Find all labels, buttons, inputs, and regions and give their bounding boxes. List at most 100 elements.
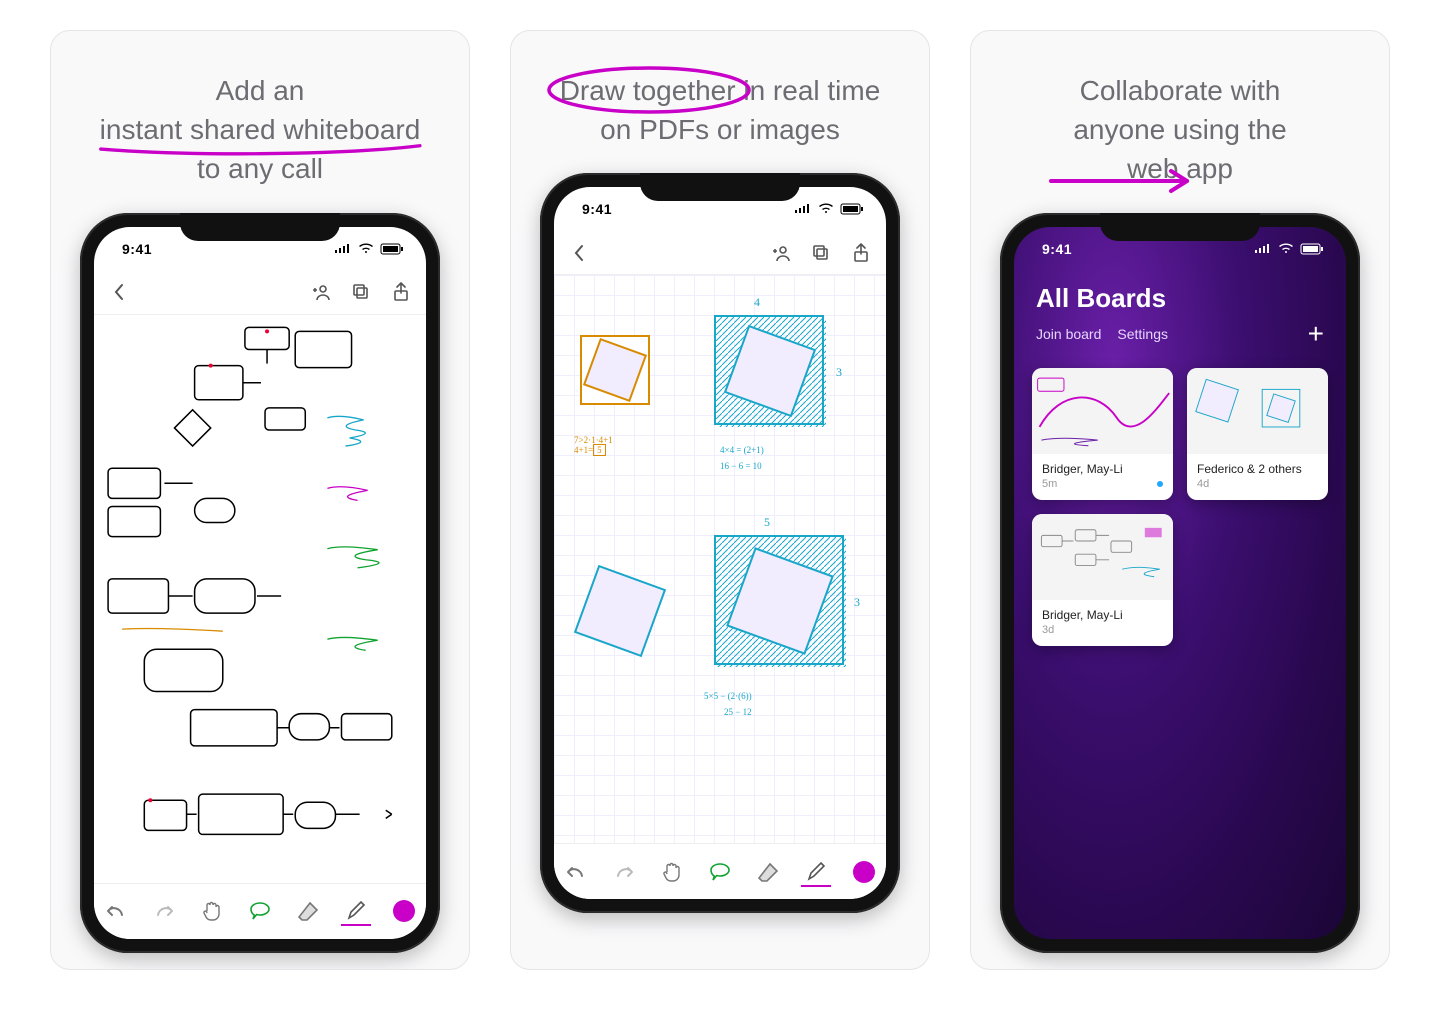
pen-tool-button[interactable] [341, 896, 371, 926]
whiteboard-canvas-geometry[interactable]: 7>2·1·4+14+1=5 4×4 = (2+1) 16 − 6 = 10 5… [554, 275, 886, 843]
board-card[interactable]: Federico & 2 others 4d [1187, 368, 1328, 500]
boards-header: All Boards Join board Settings + [1014, 271, 1346, 358]
phone-screen-3: 9:41 All Boards Join board Settings [1014, 227, 1346, 939]
presence-dot-icon [1157, 481, 1163, 487]
lasso-tool-button[interactable] [705, 857, 735, 887]
add-participant-button[interactable] [770, 242, 792, 264]
notch-icon [180, 213, 340, 241]
screenshot-panel-2: Draw together in real time on PDFs or im… [510, 30, 930, 970]
boards-grid: Bridger, May-Li 5m [1014, 358, 1346, 656]
duplicate-button[interactable] [810, 242, 832, 264]
screenshot-panel-3: Collaborate with anyone using the web ap… [970, 30, 1390, 970]
color-swatch-icon [853, 861, 875, 883]
math-note: 7>2·1·4+14+1=5 [574, 435, 613, 455]
status-right-icons [334, 243, 404, 255]
back-button[interactable] [108, 281, 130, 303]
signal-icon [334, 243, 352, 255]
settings-link[interactable]: Settings [1117, 326, 1168, 342]
status-time: 9:41 [122, 241, 152, 257]
battery-icon [1300, 243, 1324, 255]
color-picker-button[interactable] [389, 896, 419, 926]
board-thumbnail [1032, 368, 1173, 454]
square-figure [580, 335, 650, 405]
eraser-tool-button[interactable] [753, 857, 783, 887]
battery-icon [840, 203, 864, 215]
math-note: 25 − 12 [724, 707, 752, 717]
board-name: Federico & 2 others [1197, 462, 1318, 476]
board-thumbnail [1032, 514, 1173, 600]
math-note: 5×5 − (2·(6)) [704, 691, 752, 701]
duplicate-button[interactable] [350, 281, 372, 303]
board-card[interactable]: Bridger, May-Li 5m [1032, 368, 1173, 500]
square-figure [574, 565, 666, 657]
square-figure [714, 315, 824, 425]
circle-stroke-icon [544, 63, 754, 117]
headline-2: Draw together in real time on PDFs or im… [544, 71, 897, 149]
notch-icon [640, 173, 800, 201]
square-figure [714, 535, 844, 665]
whiteboard-canvas-flowchart[interactable] [94, 315, 426, 883]
headline-2-rest: in real time [743, 75, 880, 106]
new-board-button[interactable]: + [1308, 320, 1324, 348]
lasso-tool-button[interactable] [245, 896, 275, 926]
boards-title: All Boards [1036, 283, 1324, 314]
notch-icon [1100, 213, 1260, 241]
phone-screen-2: 9:41 [554, 187, 886, 899]
headline-1-line1: Add an [216, 75, 305, 106]
redo-button[interactable] [149, 896, 179, 926]
headline-1-underlined: instant shared whiteboard [100, 110, 421, 149]
wifi-icon [358, 243, 374, 255]
math-note: 16 − 6 = 10 [720, 461, 762, 471]
dim-label: 5 [764, 515, 770, 530]
flowchart-scribble-icon [94, 315, 426, 883]
color-picker-button[interactable] [849, 857, 879, 887]
whiteboard-topbar [94, 271, 426, 315]
arrow-stroke-icon [1047, 161, 1207, 201]
phone-mock-2: 9:41 [540, 173, 900, 913]
drawing-toolbar [94, 883, 426, 939]
board-time: 4d [1197, 478, 1209, 490]
wifi-icon [1278, 243, 1294, 255]
thumb-scribble-icon [1187, 368, 1328, 454]
board-card[interactable]: Bridger, May-Li 3d [1032, 514, 1173, 646]
thumb-scribble-icon [1032, 514, 1173, 600]
join-board-link[interactable]: Join board [1036, 326, 1101, 342]
add-participant-button[interactable] [310, 281, 332, 303]
pen-tool-button[interactable] [801, 857, 831, 887]
board-name: Bridger, May-Li [1042, 608, 1163, 622]
status-right-icons [794, 203, 864, 215]
undo-button[interactable] [561, 857, 591, 887]
thumb-scribble-icon [1032, 368, 1173, 454]
board-name: Bridger, May-Li [1042, 462, 1163, 476]
headline-3-line2: anyone using the [1073, 114, 1286, 145]
math-note: 4×4 = (2+1) [720, 445, 764, 455]
share-button[interactable] [390, 281, 412, 303]
app-store-screenshots-gallery: Add an instant shared whiteboard to any … [0, 30, 1440, 970]
pan-tool-button[interactable] [197, 896, 227, 926]
status-time: 9:41 [582, 201, 612, 217]
headline-1: Add an instant shared whiteboard to any … [84, 71, 437, 189]
share-button[interactable] [850, 242, 872, 264]
phone-mock-3: 9:41 All Boards Join board Settings [1000, 213, 1360, 953]
battery-icon [380, 243, 404, 255]
eraser-tool-button[interactable] [293, 896, 323, 926]
pan-tool-button[interactable] [657, 857, 687, 887]
phone-screen-1: 9:41 [94, 227, 426, 939]
headline-1-line3: to any call [197, 153, 323, 184]
color-swatch-icon [393, 900, 415, 922]
status-right-icons [1254, 243, 1324, 255]
screenshot-panel-1: Add an instant shared whiteboard to any … [50, 30, 470, 970]
undo-button[interactable] [101, 896, 131, 926]
headline-3: Collaborate with anyone using the web ap… [1057, 71, 1302, 189]
board-time: 5m [1042, 478, 1057, 490]
status-time: 9:41 [1042, 241, 1072, 257]
whiteboard-topbar [554, 231, 886, 275]
headline-3-line1: Collaborate with [1080, 75, 1281, 106]
back-button[interactable] [568, 242, 590, 264]
board-thumbnail [1187, 368, 1328, 454]
dim-label: 4 [754, 295, 760, 310]
headline-2-line2: on PDFs or images [600, 114, 840, 145]
phone-mock-1: 9:41 [80, 213, 440, 953]
redo-button[interactable] [609, 857, 639, 887]
board-time: 3d [1042, 624, 1054, 636]
